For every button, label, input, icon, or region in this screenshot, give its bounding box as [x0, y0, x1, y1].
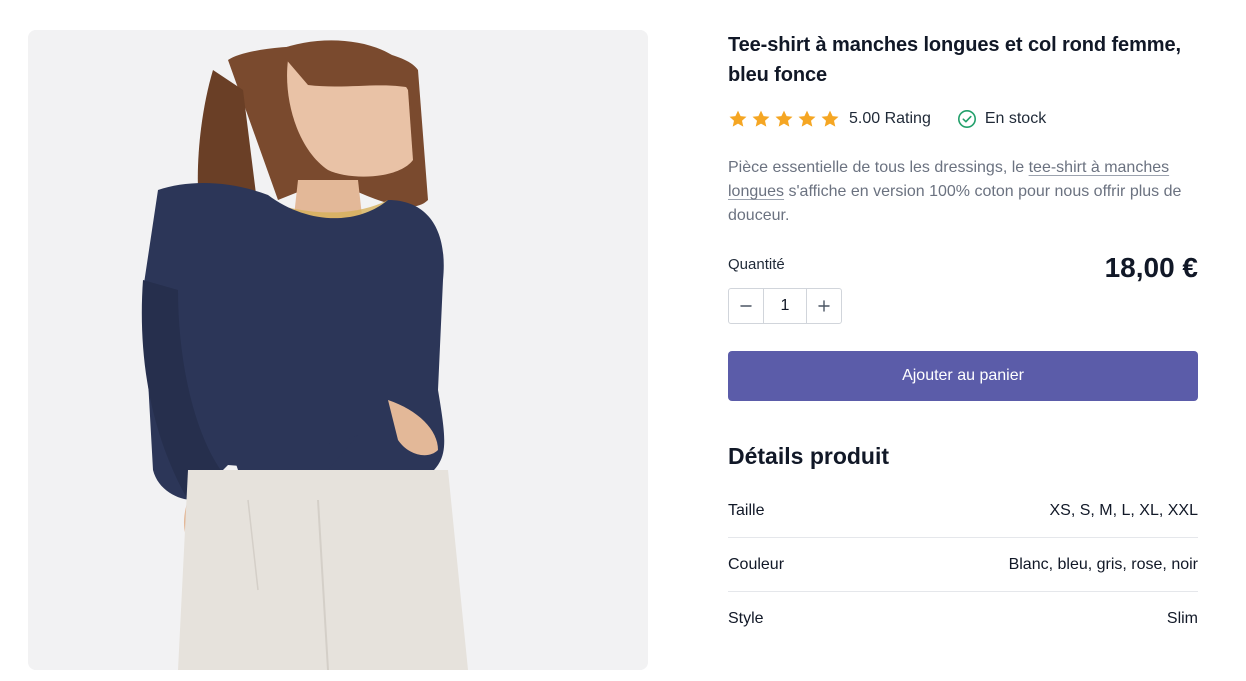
detail-row: Couleur Blanc, bleu, gris, rose, noir — [728, 538, 1198, 592]
quantity-value[interactable]: 1 — [763, 289, 807, 323]
star-icon — [752, 110, 770, 127]
detail-row: Style Slim — [728, 592, 1198, 646]
product-title: Tee-shirt à manches longues et col rond … — [728, 34, 1181, 86]
stock-status: En stock — [957, 109, 1046, 129]
product-description: Pièce essentielle de tous les dressings,… — [728, 156, 1198, 228]
product-image — [28, 30, 648, 670]
description-text-end: s'affiche en version 100% coton pour nou… — [728, 183, 1182, 224]
description-text: Pièce essentielle de tous les dressings,… — [728, 159, 1029, 176]
plus-icon — [818, 300, 830, 312]
star-icon — [798, 110, 816, 127]
star-icon — [729, 110, 747, 127]
detail-value: Slim — [1166, 610, 1198, 627]
detail-label: Couleur — [728, 555, 785, 573]
detail-value: Blanc, bleu, gris, rose, noir — [1008, 555, 1198, 573]
rating-stock-row: 5.00 Rating En stock — [728, 107, 1198, 131]
quantity-block: Quantité 1 — [728, 250, 842, 324]
add-to-cart-button[interactable]: Ajouter au panier — [728, 351, 1198, 401]
star-icon — [775, 110, 793, 127]
check-circle-icon — [957, 110, 976, 128]
increment-button[interactable] — [807, 289, 841, 323]
details-table: Taille XS, S, M, L, XL, XXL Couleur Blan… — [728, 484, 1198, 646]
rating-stars — [728, 109, 840, 129]
rating-text: 5.00 Rating — [849, 110, 931, 127]
quantity-price-row: Quantité 1 18,00 € — [728, 250, 1198, 324]
details-title: Détails produit — [728, 443, 890, 469]
stock-text: En stock — [984, 110, 1047, 127]
detail-label: Style — [728, 610, 764, 627]
detail-row: Taille XS, S, M, L, XL, XXL — [728, 484, 1198, 538]
quantity-label: Quantité — [728, 256, 785, 273]
product-photo — [28, 30, 648, 670]
minus-icon — [740, 305, 752, 307]
product-info: Tee-shirt à manches longues et col rond … — [728, 30, 1198, 646]
detail-value: XS, S, M, L, XL, XXL — [1049, 501, 1198, 519]
detail-label: Taille — [728, 501, 765, 519]
decrement-button[interactable] — [729, 289, 763, 323]
product-price: 18,00 € — [1104, 252, 1198, 283]
quantity-stepper[interactable]: 1 — [728, 288, 842, 324]
star-icon — [821, 110, 839, 127]
